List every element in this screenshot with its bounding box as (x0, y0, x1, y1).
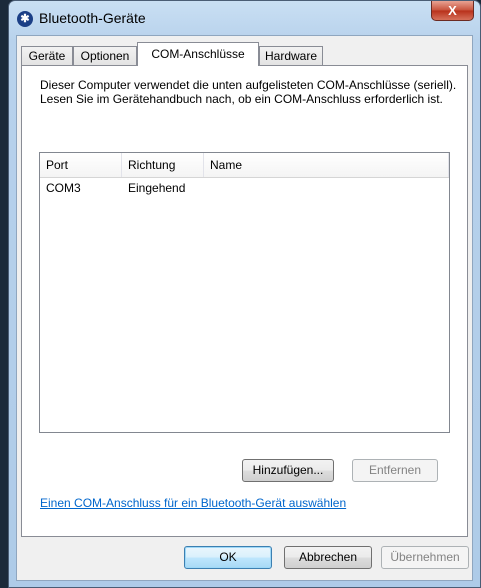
ok-button[interactable]: OK (184, 546, 272, 569)
bluetooth-icon: ✱ (17, 11, 33, 27)
tab-hardware[interactable]: Hardware (259, 46, 323, 65)
close-icon: X (448, 3, 457, 18)
tab-geraete[interactable]: Geräte (21, 46, 73, 65)
tab-com-anschluesse[interactable]: COM-Anschlüsse (137, 42, 259, 66)
column-header-name[interactable]: Name (204, 153, 449, 177)
close-button[interactable]: X (431, 1, 474, 21)
list-header: Port Richtung Name (40, 153, 449, 178)
select-com-port-link[interactable]: Einen COM-Anschluss für ein Bluetooth-Ge… (40, 496, 346, 510)
apply-button[interactable]: Übernehmen (381, 546, 469, 569)
tab-optionen[interactable]: Optionen (73, 46, 137, 65)
title-bar[interactable]: ✱ Bluetooth-Geräte X (9, 1, 480, 35)
window-title: Bluetooth-Geräte (39, 10, 146, 26)
column-header-port[interactable]: Port (40, 153, 122, 177)
dialog-window: ✱ Bluetooth-Geräte X Geräte Optionen COM… (8, 0, 481, 588)
add-button[interactable]: Hinzufügen... (242, 459, 334, 482)
cancel-button[interactable]: Abbrechen (284, 546, 372, 569)
column-header-richtung[interactable]: Richtung (122, 153, 204, 177)
com-port-list[interactable]: Port Richtung Name COM3 Eingehend (39, 152, 450, 433)
description-text: Dieser Computer verwendet die unten aufg… (40, 78, 457, 106)
cell-richtung: Eingehend (128, 181, 186, 195)
tab-panel: Dieser Computer verwendet die unten aufg… (21, 65, 468, 537)
remove-button[interactable]: Entfernen (352, 459, 438, 482)
cell-port: COM3 (46, 181, 81, 195)
dialog-client: Geräte Optionen COM-Anschlüsse Hardware … (16, 35, 473, 581)
